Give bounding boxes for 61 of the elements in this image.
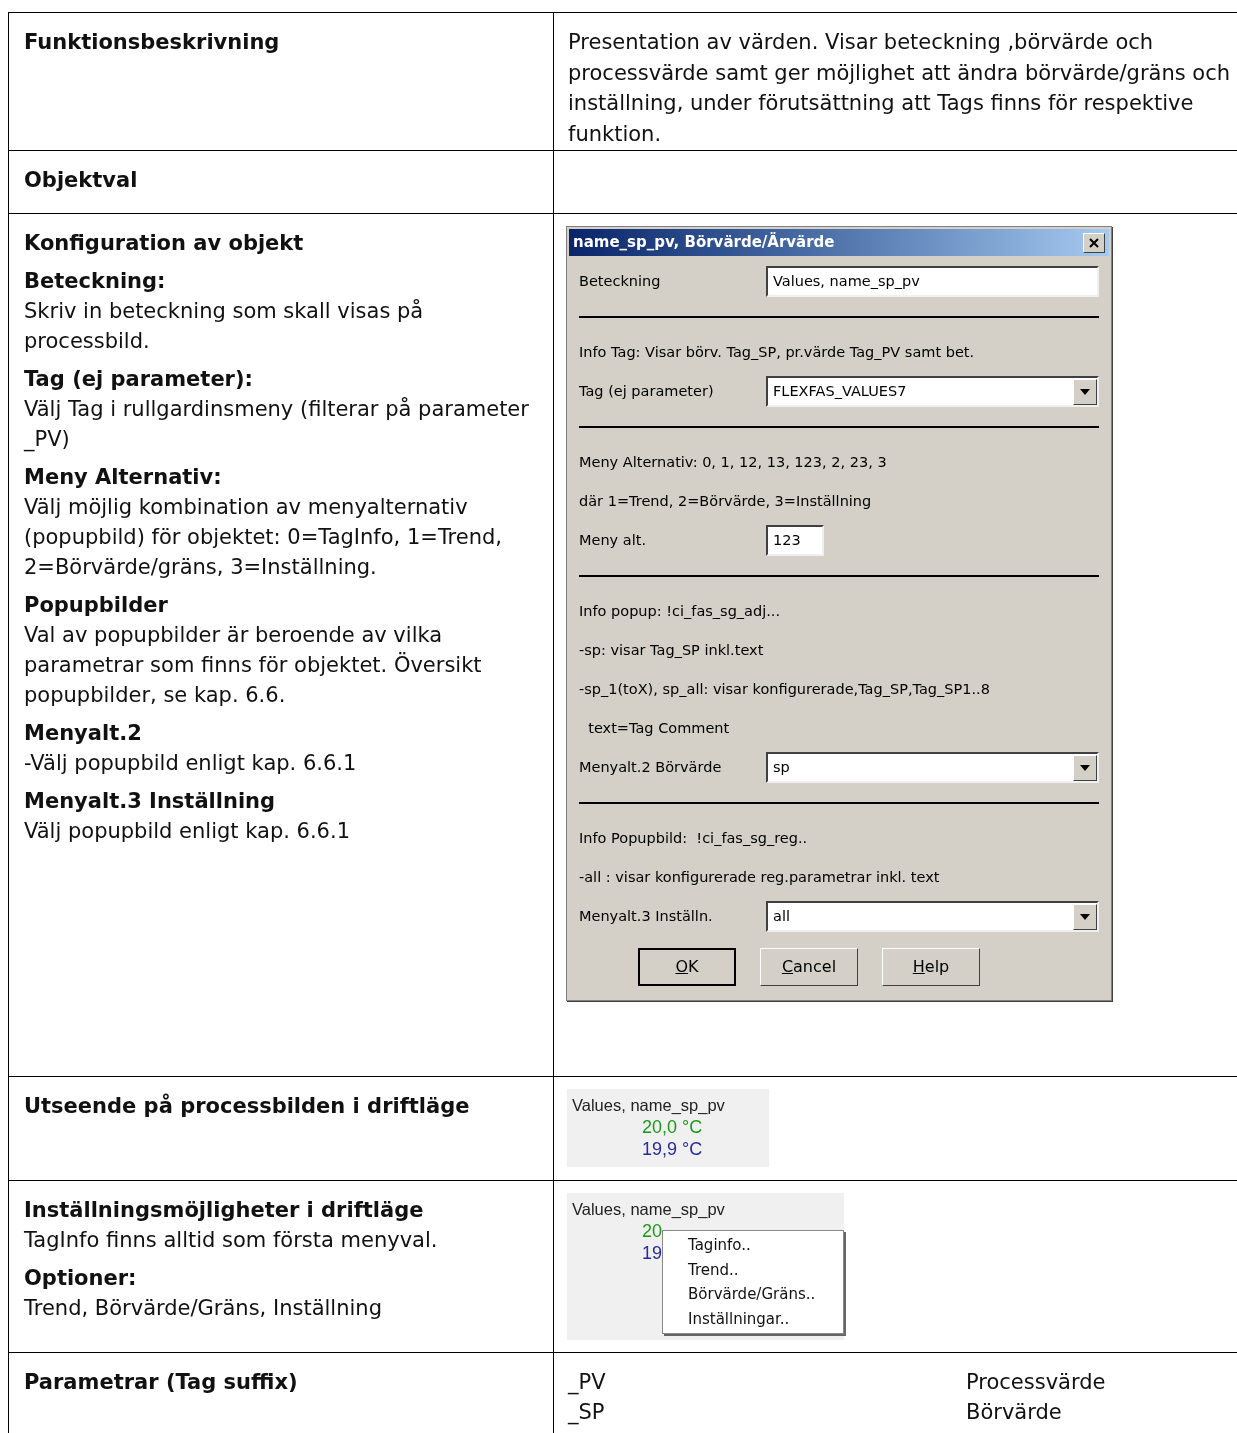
info-text: -sp: visar Tag_SP inkl.text xyxy=(579,640,764,660)
info-text: där 1=Trend, 2=Börvärde, 3=Inställning xyxy=(579,491,872,511)
section-heading: Beteckning: xyxy=(24,268,167,295)
parameter-suffix: _PV xyxy=(568,1369,607,1397)
section-heading: Menyalt.2 xyxy=(24,720,143,747)
menu-item[interactable]: Inställningar.. xyxy=(663,1306,843,1331)
dropdown[interactable]: sp xyxy=(766,752,1099,783)
description-text: TagInfo finns alltid som första menyval. xyxy=(24,1227,439,1254)
dropdown[interactable]: FLEXFAS_VALUES7 xyxy=(766,376,1099,407)
display-title: Values, name_sp_pv xyxy=(572,1095,726,1116)
section-heading: Konfiguration av objekt xyxy=(24,230,305,257)
info-text: -all : visar konfigurerade reg.parametrar inkl. text xyxy=(579,867,940,887)
input-field[interactable]: Values, name_sp_pv xyxy=(766,266,1099,297)
description-text: -Välj popupbild enligt kap. 6.6.1 xyxy=(24,750,358,777)
section-heading: Optioner: xyxy=(24,1265,138,1292)
description-text: Välj popupbild enligt kap. 6.6.1 xyxy=(24,818,351,845)
section-heading: Inställningsmöjligheter i driftläge xyxy=(24,1197,425,1224)
description-text: Välj möjlig kombination av menyalternativ (popupbild) för objektet: 0=TagInfo, 1=Trend, 2=Börvärde/gräns, 3=Inställning. xyxy=(24,494,504,581)
section-heading: Menyalt.3 Inställning xyxy=(24,788,277,815)
section-heading: Popupbilder xyxy=(24,592,169,619)
menu-item[interactable]: Trend.. xyxy=(663,1257,843,1282)
window-title: name_sp_pv, Börvärde/Ärvärde xyxy=(573,231,835,254)
field-label: Tag (ej parameter) xyxy=(579,381,715,401)
reading-value: 20 xyxy=(642,1220,663,1242)
menu-item[interactable]: Börvärde/Gräns.. xyxy=(663,1282,843,1307)
info-text: Info popup: !ci_fas_sg_adj... xyxy=(579,601,781,621)
info-text: Info Tag: Visar börv. Tag_SP, pr.värde Tag_PV samt bet. xyxy=(579,342,975,362)
section-heading: Parametrar (Tag suffix) xyxy=(24,1369,299,1396)
parameter-meaning: Processvärde xyxy=(966,1369,1106,1396)
field-label: Beteckning xyxy=(579,271,662,291)
dialog-button[interactable]: Cancel xyxy=(760,948,858,986)
description-text: Skriv in beteckning som skall visas på processbild. xyxy=(24,298,425,355)
input-field[interactable]: 123 xyxy=(766,525,824,556)
display-title: Values, name_sp_pv xyxy=(572,1199,726,1220)
description-text: Välj Tag i rullgardinsmeny (filterar på parameter _PV) xyxy=(24,396,530,454)
section-heading: Tag (ej parameter): xyxy=(24,366,254,393)
section-heading: Utseende på processbilden i driftläge xyxy=(24,1092,471,1120)
reading-value: 19 xyxy=(642,1242,663,1264)
reading-value: 19,9 °C xyxy=(642,1138,703,1160)
field-label: Menyalt.2 Börvärde xyxy=(579,757,723,777)
parameter-meaning: Börvärde xyxy=(966,1399,1062,1426)
description-text: Trend, Börvärde/Gräns, Inställning xyxy=(24,1295,383,1322)
close-icon xyxy=(1089,237,1099,248)
reading-value: 20,0 °C xyxy=(642,1116,703,1138)
description-text: Val av popupbilder är beroende av vilka parametrar som finns för objektet. Översikt popupbilder, se kap. 6.6. xyxy=(24,622,483,709)
info-text: Info Popupbild: !ci_fas_sg_reg.. xyxy=(579,828,808,848)
info-text: text=Tag Comment xyxy=(587,718,730,738)
field-label: Menyalt.3 Inställn. xyxy=(579,906,714,926)
dropdown[interactable]: all xyxy=(766,901,1099,932)
description-text: Presentation av värden. Visar beteckning ,börvärde och processvärde samt ger möjlighet att ändra börvärde/gräns och inställning, under förutsättning att Tags finns för respektive funktion. xyxy=(568,29,1232,148)
field-label: Meny alt. xyxy=(579,530,648,550)
parameter-suffix: _SP xyxy=(568,1399,606,1427)
close-button[interactable] xyxy=(1083,232,1105,253)
info-text: -sp_1(toX), sp_all: visar konfigurerade,Tag_SP,Tag_SP1..8 xyxy=(579,679,990,699)
dialog-button[interactable]: OK xyxy=(638,948,736,986)
section-heading: Funktionsbeskrivning xyxy=(24,29,281,56)
dialog-button[interactable]: Help xyxy=(882,948,980,986)
menu-item[interactable]: Taginfo.. xyxy=(663,1233,843,1258)
info-text: Meny Alternativ: 0, 1, 12, 13, 123, 2, 23, 3 xyxy=(579,452,887,472)
section-heading: Meny Alternativ: xyxy=(24,464,223,491)
section-heading: Objektval xyxy=(24,167,139,194)
